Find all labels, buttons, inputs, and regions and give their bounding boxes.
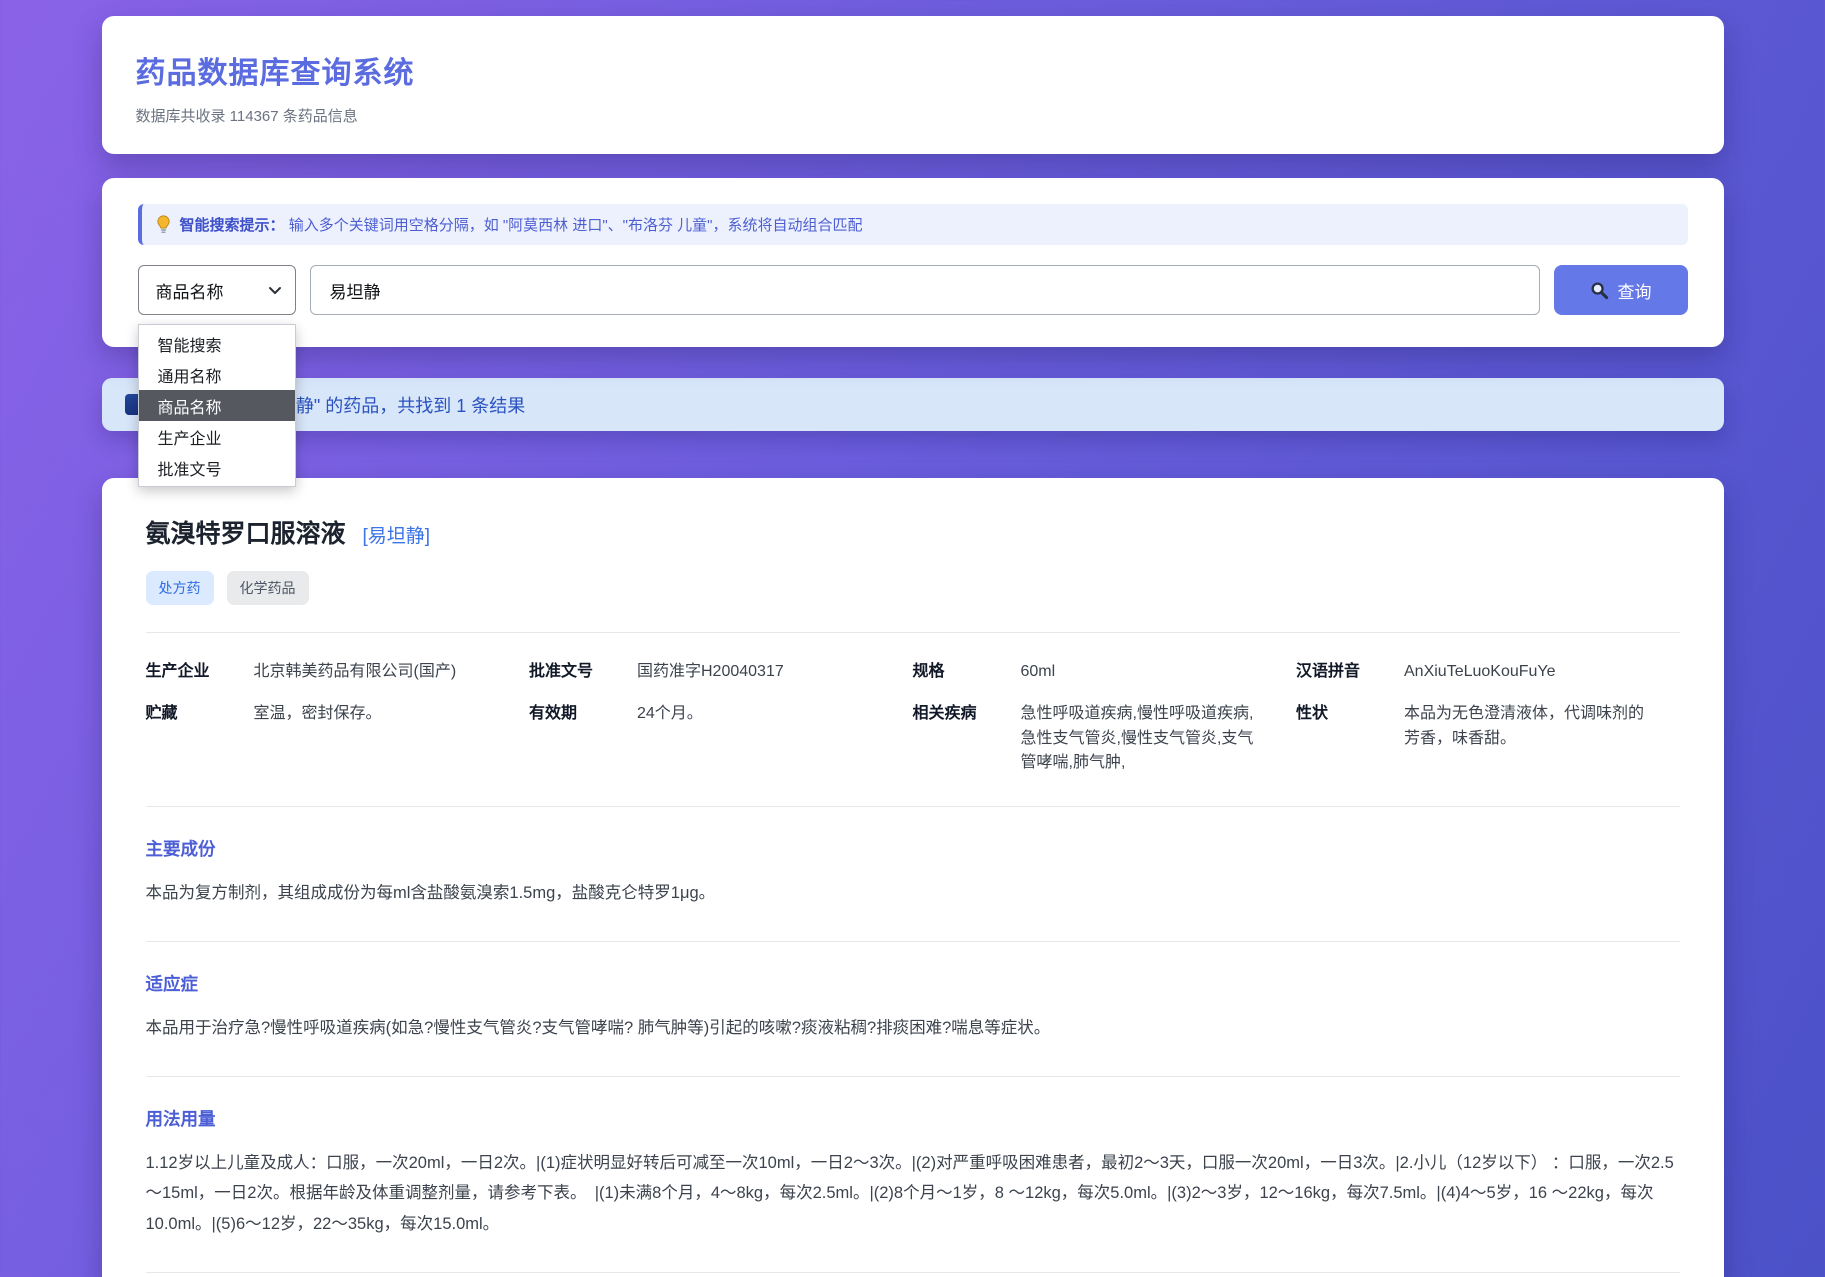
hint-label: 智能搜索提示： <box>179 217 285 234</box>
hint-body: 输入多个关键词用空格分隔，如 "阿莫西林 进口"、"布洛芬 儿童"，系统将自动组… <box>288 217 863 234</box>
drug-name: 氨溴特罗口服溶液 <box>145 520 346 548</box>
header-card: 药品数据库查询系统 数据库共收录 114367 条药品信息 <box>101 16 1724 154</box>
lightbulb-icon <box>156 215 171 234</box>
drug-info-grid: 生产企业 北京韩美药品有限公司(国产) 批准文号 国药准字H20040317 规格 60m… <box>145 632 1680 806</box>
search-type-selected-value: 商品名称 <box>155 282 224 302</box>
drug-title-row: 氨溴特罗口服溶液 [易坦静] <box>146 514 1680 550</box>
info-label: 性状 <box>1296 704 1329 722</box>
section-text: 1.12岁以上儿童及成人：口服，一次20ml，一日2次。|(1)症状明显好转后可… <box>145 1153 1674 1233</box>
info-value: 急性呼吸道疾病,慢性呼吸道疾病,急性支气管炎,慢性支气管炎,支气管哮喘,肺气肿, <box>1020 704 1254 772</box>
search-row: 商品名称 查询 <box>137 265 1688 315</box>
info-value: AnXiuTeLuoKouFuYe <box>1404 663 1556 680</box>
info-label: 相关疾病 <box>912 704 977 722</box>
search-icon <box>1590 281 1609 300</box>
search-input[interactable] <box>309 265 1540 315</box>
search-type-dropdown: 智能搜索 通用名称 商品名称 生产企业 批准文号 <box>137 324 296 487</box>
page: 药品数据库查询系统 数据库共收录 114367 条药品信息 智能搜索提示： 输入… <box>101 0 1724 1277</box>
search-panel: 智能搜索提示： 输入多个关键词用空格分隔，如 "阿莫西林 进口"、"布洛芬 儿童… <box>101 178 1724 487</box>
dropdown-option[interactable]: 批准文号 <box>139 452 295 483</box>
info-value: 室温，密封保存。 <box>253 704 382 722</box>
drug-tag: 处方药 <box>145 571 214 605</box>
search-button-label: 查询 <box>1617 282 1652 302</box>
info-value: 60ml <box>1020 663 1056 680</box>
section-text: 本品为复方制剂，其组成成份为每ml含盐酸氨溴索1.5mg，盐酸克仑特罗1μg。 <box>145 884 716 903</box>
drug-sections: 主要成份本品为复方制剂，其组成成份为每ml含盐酸氨溴索1.5mg，盐酸克仑特罗1… <box>145 806 1680 1277</box>
drug-section: 不良反应1.精神神经系统：偶见头痛手颤嗜睡不安头晕失眠四肢麻木等。|2.循环系统… <box>145 1271 1680 1277</box>
info-label: 批准文号 <box>529 663 594 680</box>
dropdown-option[interactable]: 商品名称 <box>138 390 295 421</box>
database-count-subtitle: 数据库共收录 114367 条药品信息 <box>135 108 358 125</box>
info-label: 有效期 <box>529 704 578 722</box>
info-value: 24个月。 <box>637 704 703 722</box>
info-label: 生产企业 <box>145 663 210 680</box>
section-title: 适应症 <box>145 973 199 994</box>
info-value: 北京韩美药品有限公司(国产) <box>253 663 457 680</box>
page-title: 药品数据库查询系统 <box>135 57 415 90</box>
result-summary-bar: 商品名称为 "易坦静" 的药品，共找到 1 条结果 <box>101 378 1724 431</box>
drug-tag: 化学药品 <box>226 571 309 605</box>
info-label: 汉语拼音 <box>1296 663 1361 680</box>
info-label: 规格 <box>912 663 945 680</box>
search-type-select[interactable]: 商品名称 <box>137 265 296 315</box>
drug-detail-card: 氨溴特罗口服溶液 [易坦静] 处方药 化学药品 生产企业 北京韩美药品有限公司(国产… <box>101 478 1724 1277</box>
drug-section: 适应症本品用于治疗急?慢性呼吸道疾病(如急?慢性支气管炎?支气管哮喘? 肺气肿等… <box>145 940 1680 1076</box>
drug-section: 主要成份本品为复方制剂，其组成成份为每ml含盐酸氨溴索1.5mg，盐酸克仑特罗1… <box>145 806 1680 941</box>
section-text: 本品用于治疗急?慢性呼吸道疾病(如急?慢性支气管炎?支气管哮喘? 肺气肿等)引起… <box>145 1018 1051 1037</box>
search-button[interactable]: 查询 <box>1553 265 1688 315</box>
drug-section: 用法用量 1.12岁以上儿童及成人：口服，一次20ml，一日2次。|(1)症状明显… <box>145 1075 1680 1272</box>
dropdown-option[interactable]: 智能搜索 <box>139 328 295 359</box>
dropdown-option[interactable]: 通用名称 <box>139 359 295 390</box>
dropdown-option[interactable]: 生产企业 <box>139 421 295 452</box>
chevron-down-icon <box>268 286 282 295</box>
drug-brand-name[interactable]: [易坦静] <box>363 521 431 548</box>
smart-search-hint: 智能搜索提示： 输入多个关键词用空格分隔，如 "阿莫西林 进口"、"布洛芬 儿童… <box>137 204 1688 245</box>
drug-tag-row: 处方药 化学药品 <box>145 571 1680 605</box>
info-value: 国药准字H20040317 <box>637 663 784 680</box>
section-title: 用法用量 <box>145 1108 216 1129</box>
info-value: 本品为无色澄清液体，代调味剂的芳香，味香甜。 <box>1404 704 1645 747</box>
info-label: 贮藏 <box>145 704 178 722</box>
hint-text: 智能搜索提示： 输入多个关键词用空格分隔，如 "阿莫西林 进口"、"布洛芬 儿童… <box>180 214 863 235</box>
section-title: 主要成份 <box>145 839 216 860</box>
